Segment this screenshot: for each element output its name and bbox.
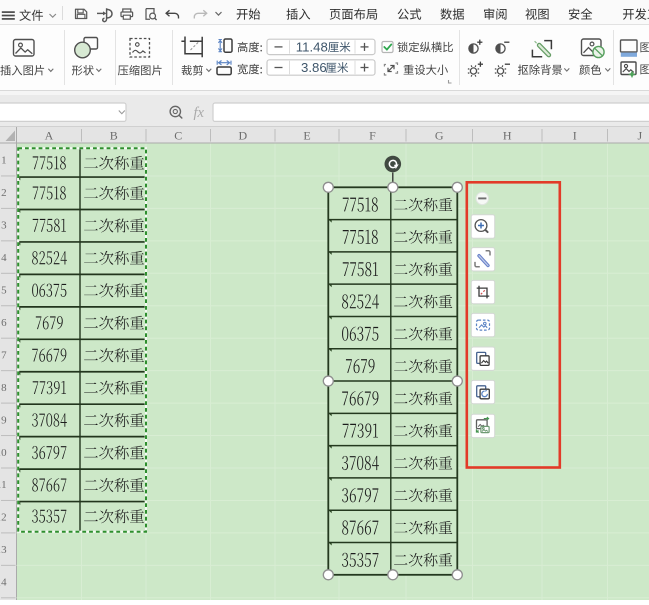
svg-text:H: H [503,129,512,143]
svg-text:3.86: 3.86 [301,60,327,75]
svg-text:F: F [369,129,376,143]
svg-text:13: 13 [0,544,7,556]
svg-text:10: 10 [0,447,7,459]
svg-text:3: 3 [1,220,7,232]
svg-text:2: 2 [1,187,7,199]
svg-text:11: 11 [0,479,7,491]
svg-text:1: 1 [1,155,7,167]
svg-text:14: 14 [0,577,7,589]
svg-text:8: 8 [1,382,7,394]
svg-text:E: E [303,129,310,143]
svg-text:12: 12 [0,512,7,524]
svg-text:J: J [637,129,642,143]
svg-text:6: 6 [1,317,7,329]
svg-text:fx: fx [194,105,205,121]
svg-text:5: 5 [1,285,7,297]
svg-text:11.48: 11.48 [296,39,328,54]
svg-text:4: 4 [1,252,7,264]
svg-text:D: D [238,129,247,143]
svg-text:9: 9 [1,414,7,426]
svg-text:I: I [573,129,577,143]
svg-text:B: B [110,129,118,143]
svg-text:G: G [435,129,444,143]
svg-text:C: C [174,129,182,143]
svg-text:7: 7 [1,349,7,361]
svg-text:A: A [45,129,54,143]
